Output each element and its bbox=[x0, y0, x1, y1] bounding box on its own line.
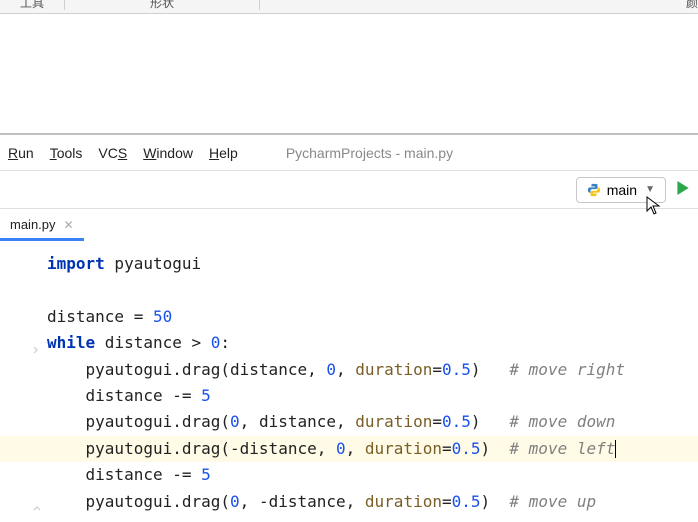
code-line[interactable]: distance = 50 bbox=[0, 304, 698, 330]
toolbar: main ▼ bbox=[0, 171, 698, 209]
menu-vcs[interactable]: VCS bbox=[90, 145, 135, 161]
top-toolbar: 工具 形状 颜 bbox=[0, 0, 698, 14]
code-line[interactable]: pyautogui.drag(0, -distance, duration=0.… bbox=[0, 489, 698, 515]
blank-canvas-area bbox=[0, 14, 698, 134]
code-line[interactable] bbox=[0, 277, 698, 303]
chevron-down-icon: ▼ bbox=[645, 184, 655, 195]
text-caret bbox=[615, 440, 616, 458]
code-line[interactable]: distance -= 5 bbox=[0, 462, 698, 488]
tab-main-py[interactable]: main.py ✕ bbox=[0, 211, 84, 241]
project-title: PycharmProjects - main.py bbox=[286, 145, 453, 161]
menu-tools[interactable]: Tools bbox=[42, 145, 91, 161]
menu-window[interactable]: Window bbox=[135, 145, 201, 161]
code-line-active[interactable]: pyautogui.drag(-distance, 0, duration=0.… bbox=[0, 436, 698, 462]
toolbar-label-tools[interactable]: 工具 bbox=[0, 0, 64, 11]
run-config-label: main bbox=[607, 182, 637, 198]
code-line[interactable]: pyautogui.drag(0, distance, duration=0.5… bbox=[0, 409, 698, 435]
separator bbox=[259, 0, 260, 10]
code-line[interactable]: while distance > 0: bbox=[0, 330, 698, 356]
tab-close-icon[interactable]: ✕ bbox=[64, 218, 74, 232]
menu-help[interactable]: Help bbox=[201, 145, 246, 161]
menu-run[interactable]: Run bbox=[0, 145, 42, 161]
tab-bar: main.py ✕ bbox=[0, 209, 698, 241]
run-button[interactable] bbox=[672, 179, 694, 200]
menubar: Run Tools VCS Window Help PycharmProject… bbox=[0, 135, 698, 171]
code-editor[interactable]: import pyautogui distance = 50 while dis… bbox=[0, 241, 698, 515]
collapse-icon[interactable] bbox=[33, 336, 41, 344]
python-icon bbox=[587, 183, 601, 197]
toolbar-label-shape[interactable]: 形状 bbox=[65, 0, 259, 11]
toolbar-label-color[interactable]: 颜 bbox=[666, 0, 698, 11]
code-line[interactable]: pyautogui.drag(distance, 0, duration=0.5… bbox=[0, 357, 698, 383]
mouse-cursor bbox=[646, 196, 662, 221]
tab-label: main.py bbox=[10, 217, 56, 232]
collapse-end-icon[interactable] bbox=[33, 493, 41, 501]
code-line[interactable]: import pyautogui bbox=[0, 251, 698, 277]
code-line[interactable]: distance -= 5 bbox=[0, 383, 698, 409]
